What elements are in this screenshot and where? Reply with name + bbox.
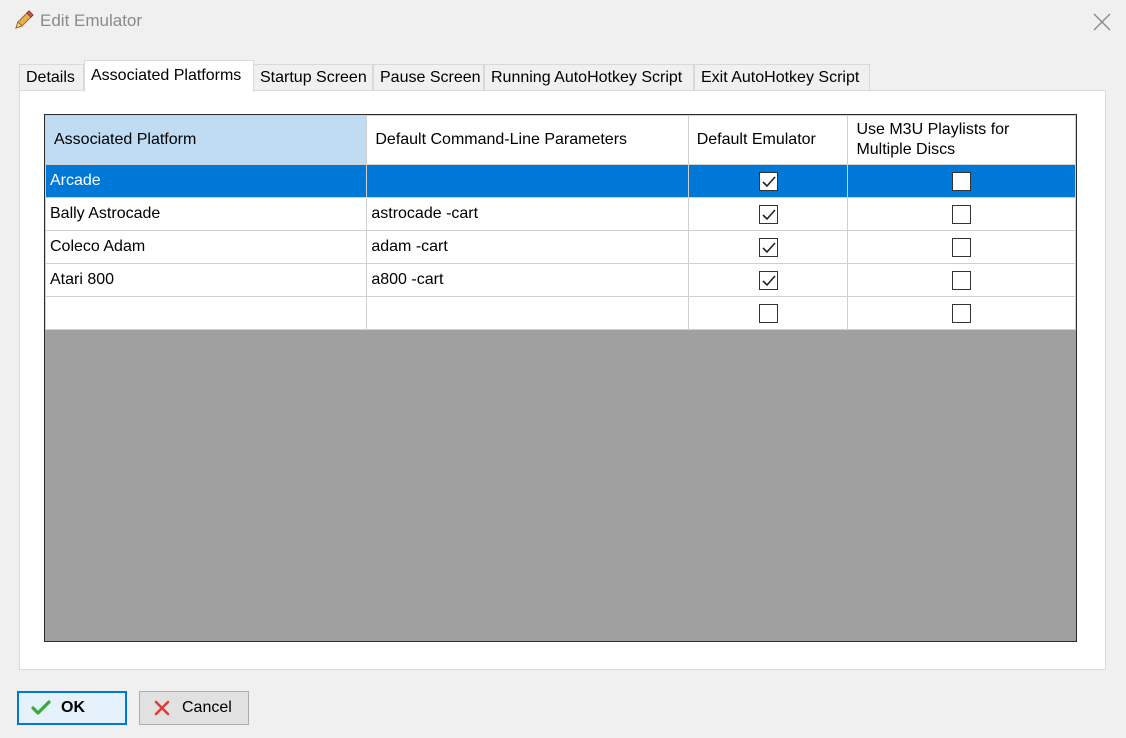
cross-icon [152,698,172,718]
column-header-command-line-parameters[interactable]: Default Command-Line Parameters [366,115,689,165]
default-emulator-checkbox[interactable] [758,204,778,224]
table-row[interactable] [45,296,1076,330]
use-m3u-cell [847,164,1076,198]
use-m3u-checkbox[interactable] [952,171,972,191]
platform-cell[interactable]: Arcade [45,164,368,198]
platform-cell[interactable] [45,296,368,330]
default-emulator-cell [687,230,849,264]
params-cell[interactable]: adam -cart [366,230,689,264]
tab-details[interactable]: Details [19,64,84,91]
default-emulator-checkbox[interactable] [758,303,778,323]
ok-button[interactable]: OK [17,691,127,725]
cancel-button[interactable]: Cancel [139,691,249,725]
table-row[interactable]: Arcade [45,164,1076,198]
tab-running-autohotkey-script[interactable]: Running AutoHotkey Script [484,64,694,91]
grid-header-row: Associated Platform Default Command-Line… [45,115,1076,165]
window-title: Edit Emulator [40,11,143,30]
checkmark-icon [31,698,51,718]
tab-startup-screen[interactable]: Startup Screen [253,64,373,91]
cancel-label: Cancel [182,699,232,716]
column-header-associated-platform[interactable]: Associated Platform [45,115,368,165]
close-button[interactable] [1086,6,1118,38]
default-emulator-cell [687,197,849,231]
use-m3u-checkbox[interactable] [952,303,972,323]
default-emulator-cell [687,263,849,297]
table-row[interactable]: Atari 800 a800 -cart [45,263,1076,297]
pencil-icon [12,10,34,32]
use-m3u-cell [847,230,1076,264]
default-emulator-cell [687,296,849,330]
platform-cell[interactable]: Atari 800 [45,263,368,297]
params-cell[interactable]: astrocade -cart [366,197,689,231]
default-emulator-checkbox[interactable] [758,171,778,191]
platform-cell[interactable]: Bally Astrocade [45,197,368,231]
column-header-use-m3u-playlists[interactable]: Use M3U Playlists for Multiple Discs [847,115,1076,165]
tab-exit-autohotkey-script[interactable]: Exit AutoHotkey Script [694,64,870,91]
params-cell[interactable] [366,296,689,330]
table-row[interactable]: Bally Astrocade astrocade -cart [45,197,1076,231]
platforms-grid[interactable]: Associated Platform Default Command-Line… [44,114,1077,642]
use-m3u-checkbox[interactable] [952,270,972,290]
use-m3u-cell [847,263,1076,297]
table-row[interactable]: Coleco Adam adam -cart [45,230,1076,264]
use-m3u-checkbox[interactable] [952,237,972,257]
ok-label: OK [61,699,85,716]
use-m3u-cell [847,197,1076,231]
use-m3u-checkbox[interactable] [952,204,972,224]
tab-pause-screen[interactable]: Pause Screen [373,64,484,91]
default-emulator-cell [687,164,849,198]
column-header-default-emulator[interactable]: Default Emulator [687,115,849,165]
use-m3u-cell [847,296,1076,330]
params-cell[interactable] [366,164,689,198]
tab-associated-platforms[interactable]: Associated Platforms [84,60,254,92]
default-emulator-checkbox[interactable] [758,237,778,257]
close-icon [1093,13,1111,31]
default-emulator-checkbox[interactable] [758,270,778,290]
title-bar: Edit Emulator [0,0,1126,44]
platform-cell[interactable]: Coleco Adam [45,230,368,264]
params-cell[interactable]: a800 -cart [366,263,689,297]
